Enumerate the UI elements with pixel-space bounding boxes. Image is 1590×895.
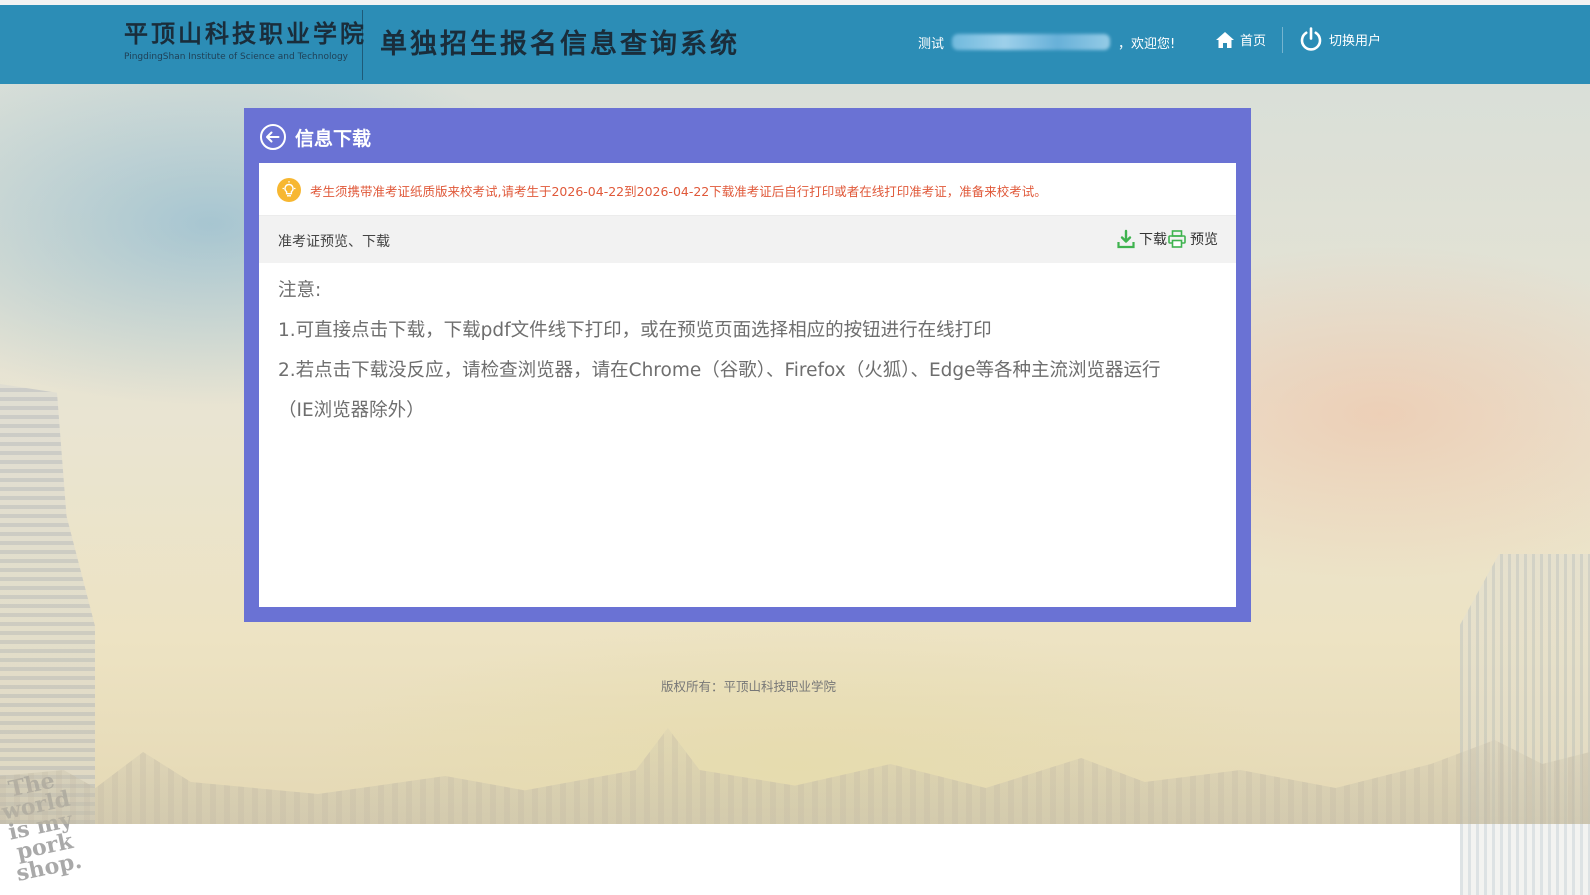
site-footer: 版权所有：平顶山科技职业学院 [0,676,1497,695]
logo-divider [362,10,363,80]
nav-separator [1282,27,1283,53]
panel-back-button[interactable]: 信息下载 [259,123,371,151]
instruction-item: 2.若点击下载没反应，请检查浏览器，请在Chrome（谷歌）、Firefox（火… [278,360,1161,381]
nav-home-link[interactable]: 首页 [1215,30,1266,49]
power-icon [1300,27,1322,51]
exam-notice-text: 考生须携带准考证纸质版来校考试,请考生于2026-04-22到2026-04-2… [310,183,1047,199]
admission-ticket-row: 准考证预览、下载 下载 预览 [259,215,1236,263]
back-arrow-icon [260,124,286,150]
background-building-right [1460,554,1590,895]
instructions-heading: 注意: [278,280,322,301]
preview-button[interactable]: 预览 [1167,229,1218,249]
user-greeting: 测试 ，欢迎您! [918,31,1175,53]
user-name-prefix: 测试 [918,36,945,52]
info-download-panel: 信息下载 考生须携带准考证纸质版来校考试,请考生于2026-04-22到2026… [244,108,1251,622]
download-instructions: 注意: 1.可直接点击下载，下载pdf文件线下打印，或在预览页面选择相应的按钮进… [278,271,1236,431]
copyright-text: 版权所有：平顶山科技职业学院 [660,679,836,694]
admission-ticket-label: 准考证预览、下载 [278,234,390,250]
exam-notice: 考生须携带准考证纸质版来校考试,请考生于2026-04-22到2026-04-2… [277,177,1047,203]
printer-icon [1168,230,1186,248]
panel-content: 考生须携带准考证纸质版来校考试,请考生于2026-04-22到2026-04-2… [259,163,1236,607]
switch-user-label: 切换用户 [1329,33,1382,49]
download-label: 下载 [1139,232,1167,248]
school-name: 平顶山科技职业学院 [124,19,367,48]
welcome-text: ，欢迎您! [1118,36,1176,52]
panel-title: 信息下载 [295,127,372,150]
site-header: 平顶山科技职业学院 PingdingShan Institute of Scie… [0,5,1590,84]
home-icon [1216,31,1234,48]
preview-label: 预览 [1190,232,1218,248]
instruction-item: 1.可直接点击下载，下载pdf文件线下打印，或在预览页面选择相应的按钮进行在线打… [278,320,992,341]
row-actions: 下载 预览 [1116,229,1218,249]
background-building-left [0,384,95,824]
download-icon [1117,229,1135,249]
nav-home-label: 首页 [1240,34,1267,49]
lightbulb-icon [277,178,301,202]
download-button[interactable]: 下载 [1116,229,1167,249]
school-name-en: PingdingShan Institute of Science and Te… [124,52,349,62]
background-skyline [0,728,1590,824]
system-title: 单独招生报名信息查询系统 [380,29,740,60]
school-logo[interactable]: 平顶山科技职业学院 PingdingShan Institute of Scie… [124,19,367,71]
redacted-user-name [952,34,1111,50]
switch-user-button[interactable]: 切换用户 [1298,26,1381,52]
instruction-item: （IE浏览器除外） [278,400,425,421]
